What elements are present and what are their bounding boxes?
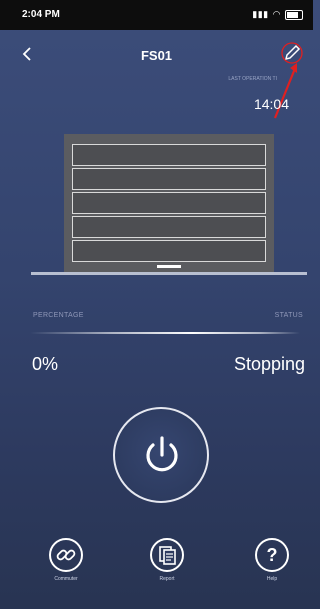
battery-icon: [285, 9, 303, 20]
nav-report-label: Report: [159, 576, 175, 582]
door-panel: [72, 144, 266, 166]
floor-line: [31, 272, 307, 275]
status-label: STATUS: [274, 312, 303, 319]
percentage-label: PERCENTAGE: [33, 312, 84, 319]
last-operation-time: 14:04: [253, 96, 289, 112]
door-panel: [72, 168, 266, 190]
nav-commuter-label: Commuter: [54, 576, 78, 582]
door-panel: [72, 192, 266, 214]
nav-help-circle: ?: [255, 538, 289, 572]
link-icon: [56, 549, 76, 561]
question-icon: ?: [266, 545, 278, 565]
door-panel: [72, 240, 266, 262]
status-icons: ▮▮▮ ◠: [252, 9, 303, 20]
nav-commuter-circle: [49, 538, 83, 572]
garage-door-illustration: [64, 134, 274, 274]
nav-help-label: Help: [266, 576, 278, 582]
last-operation-label: LAST OPERATION TI: [228, 76, 277, 82]
door-panel: [72, 216, 266, 238]
nav-report[interactable]: Report: [137, 538, 197, 582]
wifi-icon: ◠: [272, 9, 281, 19]
door-handle: [157, 265, 181, 268]
percentage-value: 0%: [32, 354, 59, 374]
power-icon: [146, 436, 178, 472]
nav-commuter[interactable]: Commuter: [36, 538, 96, 582]
status-bar: 2:04 PM ▮▮▮ ◠: [0, 0, 313, 30]
page-title: FS01: [140, 48, 173, 63]
nav-report-circle: [150, 538, 184, 572]
status-time: 2:04 PM: [22, 9, 60, 20]
divider: [30, 332, 300, 334]
status-value: Stopping: [233, 354, 305, 374]
report-icon: [159, 546, 176, 565]
nav-help[interactable]: ? Help: [242, 538, 302, 582]
signal-icon: ▮▮▮: [252, 9, 269, 19]
